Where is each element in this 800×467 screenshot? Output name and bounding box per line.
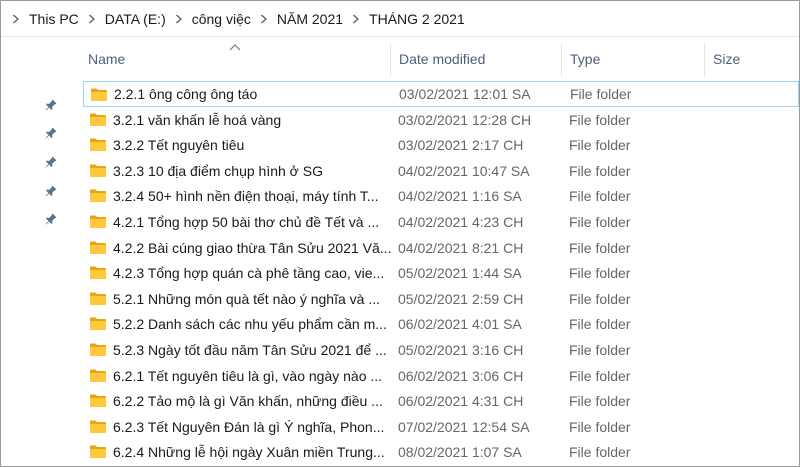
file-name: 4.2.1 Tổng hợp 50 bài thơ chủ đề Tết và … [113,214,380,230]
file-row[interactable]: 6.2.2 Tảo mộ là gì Văn khấn, những điều … [83,388,799,414]
file-row[interactable]: 5.2.3 Ngày tốt đầu năm Tân Sửu 2021 để .… [83,337,799,363]
folder-icon [89,368,107,383]
file-date-modified: 06/02/2021 4:01 SA [398,316,522,333]
file-name: 5.2.3 Ngày tốt đầu năm Tân Sửu 2021 để .… [113,342,387,358]
pin-icon[interactable] [44,155,58,169]
column-header-date-modified[interactable]: Date modified [390,38,561,80]
file-row[interactable]: 6.2.3 Tết Nguyên Đán là gì Ý nghĩa, Phon… [83,414,799,440]
file-row[interactable]: 4.2.3 Tổng hợp quán cà phê tầng cao, vie… [83,260,799,286]
folder-icon [89,137,107,152]
file-type: File folder [569,393,631,410]
pin-icon[interactable] [44,184,58,198]
file-row[interactable]: 3.2.4 50+ hình nền điện thoại, máy tính … [83,183,799,209]
file-row[interactable]: 4.2.2 Bài cúng giao thừa Tân Sửu 2021 Vă… [83,235,799,261]
file-explorer-window: This PC DATA (E:) công việc NĂM 2021 THÁ… [0,0,800,467]
chevron-right-icon[interactable] [83,9,101,29]
file-row[interactable]: 3.2.1 văn khấn lễ hoá vàng 03/02/2021 12:… [83,107,799,133]
file-name: 6.2.4 Những lễ hội ngày Xuân miền Trung.… [113,444,385,461]
column-headers: Name Date modified Type Size [79,38,799,80]
file-name: 2.2.1 ông công ông táo [114,86,258,102]
file-type: File folder [569,418,631,435]
file-date-modified: 04/02/2021 8:21 CH [398,239,524,256]
chevron-right-icon[interactable] [7,9,25,29]
column-header-size[interactable]: Size [704,38,799,80]
file-row[interactable]: 3.2.2 Tết nguyên tiêu 03/02/2021 2:17 CH F… [83,132,799,158]
chevron-right-icon[interactable] [255,9,273,29]
breadcrumb-item-this-pc[interactable]: This PC [25,11,83,27]
file-date-modified: 08/02/2021 1:07 SA [398,444,522,461]
breadcrumb-item-nam-2021[interactable]: NĂM 2021 [273,11,347,27]
chevron-right-icon[interactable] [347,9,365,29]
file-date-modified: 03/02/2021 2:17 CH [398,137,524,154]
breadcrumb-item-cong-viec[interactable]: công việc [188,11,255,27]
folder-icon [89,444,107,459]
breadcrumb: This PC DATA (E:) công việc NĂM 2021 THÁ… [1,1,799,37]
file-row[interactable]: 3.2.3 10 địa điểm chụp hình ở SG 04/02/20… [83,158,799,184]
folder-icon [89,419,107,434]
folder-icon [89,214,107,229]
file-type: File folder [569,367,631,384]
folder-icon [90,87,108,102]
file-date-modified: 07/02/2021 12:54 SA [398,418,530,435]
file-name: 3.2.3 10 địa điểm chụp hình ở SG [113,162,323,179]
file-name: 4.2.3 Tổng hợp quán cà phê tầng cao, vie… [113,265,385,282]
folder-icon [89,163,107,178]
file-date-modified: 04/02/2021 10:47 SA [398,162,530,179]
folder-icon [89,342,107,357]
column-header-name[interactable]: Name [79,38,390,80]
folder-icon [89,265,107,280]
file-date-modified: 06/02/2021 4:31 CH [398,393,524,410]
pin-icon[interactable] [44,98,58,112]
file-date-modified: 06/02/2021 3:06 CH [398,367,524,384]
file-row[interactable]: 6.2.1 Tết nguyên tiêu là gì, vào ngày nà… [83,363,799,389]
file-date-modified: 04/02/2021 1:16 SA [398,188,522,205]
file-name: 6.2.2 Tảo mộ là gì Văn khấn, những điều … [113,393,383,410]
file-type: File folder [569,444,631,461]
file-row[interactable]: 5.2.2 Danh sách các nhu yếu phẩm cần m..… [83,311,799,337]
navigation-pane [1,38,79,466]
file-name: 5.2.1 Những món quà tết nào ý nghĩa và .… [113,290,380,307]
file-type: File folder [569,316,631,333]
folder-icon [89,188,107,203]
file-type: File folder [569,188,631,205]
pin-icon[interactable] [44,212,58,226]
file-row[interactable]: 6.2.4 Những lễ hội ngày Xuân miền Trung.… [83,439,799,465]
file-name: 5.2.2 Danh sách các nhu yếu phẩm cần m..… [113,316,387,333]
file-type: File folder [570,86,632,102]
file-name: 3.2.1 văn khấn lễ hoá vàng [113,111,282,128]
folder-icon [89,112,107,127]
folder-icon [89,316,107,331]
breadcrumb-item-thang-2-2021[interactable]: THÁNG 2 2021 [365,11,469,27]
file-date-modified: 03/02/2021 12:01 SA [399,86,531,102]
file-row[interactable]: 4.2.1 Tổng hợp 50 bài thơ chủ đề Tết và … [83,209,799,235]
file-row[interactable]: 5.2.1 Những món quà tết nào ý nghĩa và .… [83,286,799,312]
file-type: File folder [569,137,631,154]
file-date-modified: 03/02/2021 12:28 CH [398,111,532,128]
file-type: File folder [569,265,631,282]
chevron-right-icon[interactable] [170,9,188,29]
folder-icon [89,291,107,306]
file-type: File folder [569,162,631,179]
file-type: File folder [569,342,631,358]
file-name: 3.2.2 Tết nguyên tiêu [113,137,245,154]
file-type: File folder [569,214,631,230]
file-type: File folder [569,239,631,256]
folder-icon [89,393,107,408]
file-name: 3.2.4 50+ hình nền điện thoại, máy tính … [113,188,379,205]
column-header-type[interactable]: Type [561,38,704,80]
file-type: File folder [569,111,631,128]
file-name: 6.2.1 Tết nguyên tiêu là gì, vào ngày nà… [113,367,383,384]
file-date-modified: 04/02/2021 4:23 CH [398,214,524,230]
file-type: File folder [569,290,631,307]
file-name: 6.2.3 Tết Nguyên Đán là gì Ý nghĩa, Phon… [113,418,385,435]
file-date-modified: 05/02/2021 3:16 CH [398,342,524,358]
file-date-modified: 05/02/2021 2:59 CH [398,290,524,307]
file-date-modified: 05/02/2021 1:44 SA [398,265,522,282]
breadcrumb-item-data-drive[interactable]: DATA (E:) [101,11,170,27]
file-row[interactable]: 2.2.1 ông công ông táo 03/02/2021 12:01 S… [83,81,799,107]
file-name: 4.2.2 Bài cúng giao thừa Tân Sửu 2021 Vă… [113,239,391,256]
folder-icon [89,240,107,255]
pin-icon[interactable] [44,126,58,140]
